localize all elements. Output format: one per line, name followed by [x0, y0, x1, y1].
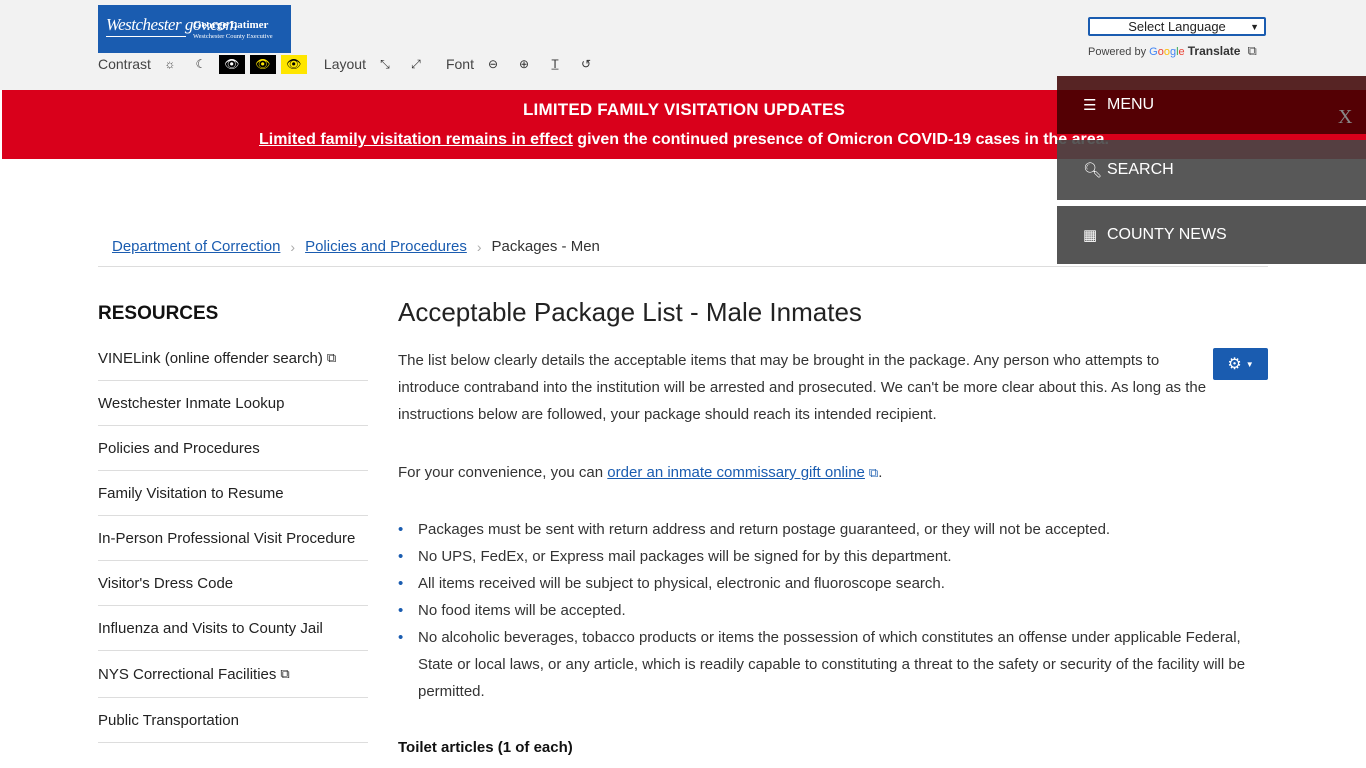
county-news-label: COUNTY NEWS — [1107, 226, 1227, 243]
google-translate-credit: Powered by Google Translate ⧉ — [1088, 43, 1257, 59]
resource-link-public-transportation[interactable]: Public Transportation — [98, 698, 368, 743]
google-wordmark: Google — [1149, 46, 1185, 58]
font-label: Font — [445, 56, 474, 72]
language-select[interactable]: Select Language ▼ — [1088, 17, 1266, 36]
package-rules-list: Packages must be sent with return addres… — [398, 516, 1258, 705]
contrast-label: Contrast — [98, 56, 151, 72]
reset-icon[interactable]: ↺ — [572, 54, 599, 74]
logo-executive-title: Westchester County Executive — [193, 33, 273, 40]
resource-link-family-visitation[interactable]: Family Visitation to Resume — [98, 471, 368, 516]
chevron-right-icon: › — [290, 238, 296, 255]
external-link-icon: ⧉ — [326, 350, 337, 365]
list-item: No food items will be accepted. — [398, 597, 1258, 624]
caret-down-icon: ▼ — [1245, 359, 1254, 369]
resources-heading: RESOURCES — [98, 303, 219, 324]
black-on-yellow-eye-icon[interactable]: 👁 — [280, 54, 307, 74]
calendar-icon: ▦ — [1083, 227, 1098, 244]
county-news-button[interactable]: ▦ COUNTY NEWS — [1057, 206, 1366, 264]
search-icon: 🔍︎ — [1083, 162, 1103, 179]
chevron-down-icon: ▼ — [1250, 22, 1259, 32]
section-heading: Toilet articles (1 of each) — [398, 739, 573, 756]
breadcrumb-link-correction[interactable]: Department of Correction — [112, 238, 280, 255]
list-item: No UPS, FedEx, or Express mail packages … — [398, 543, 1258, 570]
high-contrast-eye-icon[interactable]: 👁 — [218, 54, 245, 74]
external-link-icon: ⧉ — [1247, 43, 1257, 58]
divider — [98, 266, 1268, 267]
menu-label: MENU — [1107, 96, 1155, 113]
font-decrease-icon[interactable]: ⊖ — [479, 54, 506, 74]
logo-divider — [106, 36, 186, 37]
intro-paragraph: The list below clearly details the accep… — [398, 352, 1207, 423]
resource-link-influenza[interactable]: Influenza and Visits to County Jail — [98, 606, 368, 651]
chevron-right-icon: › — [476, 238, 482, 255]
page-title: Acceptable Package List - Male Inmates — [398, 297, 862, 327]
list-item: Packages must be sent with return addres… — [398, 516, 1258, 543]
menu-button[interactable]: ☰ MENU — [1057, 76, 1366, 134]
search-button[interactable]: 🔍︎ SEARCH — [1057, 140, 1366, 200]
resource-link-nys-facilities[interactable]: NYS Correctional Facilities ⧉ — [98, 651, 368, 698]
translate-link[interactable]: Translate — [1188, 44, 1241, 58]
accessibility-toolbar: Contrast ☼ ☾ 👁 👁 👁 Layout ⤡ ⤢ Font ⊖ ⊕ T… — [98, 54, 604, 74]
font-increase-icon[interactable]: ⊕ — [510, 54, 537, 74]
close-icon[interactable]: X — [1338, 106, 1352, 129]
resource-link-policies[interactable]: Policies and Procedures — [98, 426, 368, 471]
external-link-icon: ⧉ — [280, 666, 290, 681]
resource-link-professional-visit[interactable]: In-Person Professional Visit Procedure — [98, 516, 368, 561]
language-select-value: Select Language — [1128, 19, 1226, 34]
compress-icon[interactable]: ⤡ — [371, 54, 398, 74]
resource-link-dress-code[interactable]: Visitor's Dress Code — [98, 561, 368, 606]
breadcrumb: Department of Correction › Policies and … — [112, 238, 600, 255]
gear-icon: ⚙ — [1227, 356, 1242, 373]
resource-link-inmate-lookup[interactable]: Westchester Inmate Lookup — [98, 381, 368, 426]
list-item: No alcoholic beverages, tobacco products… — [398, 624, 1258, 705]
commissary-paragraph: For your convenience, you can order an i… — [398, 464, 883, 481]
breadcrumb-current: Packages - Men — [491, 238, 600, 255]
alert-link[interactable]: Limited family visitation remains in eff… — [259, 131, 573, 148]
commissary-gift-link[interactable]: order an inmate commissary gift online — [607, 464, 865, 481]
county-logo[interactable]: Westchester gov.com George Latimer Westc… — [98, 5, 291, 53]
layout-label: Layout — [323, 56, 366, 72]
dark-mode-icon[interactable]: ☾ — [187, 54, 214, 74]
powered-by-text: Powered by — [1088, 46, 1147, 58]
light-mode-icon[interactable]: ☼ — [156, 54, 183, 74]
page-tools-button[interactable]: ⚙ ▼ — [1213, 348, 1268, 380]
alert-text: given the continued presence of Omicron … — [572, 131, 1109, 148]
list-item: All items received will be subject to ph… — [398, 570, 1258, 597]
breadcrumb-link-policies[interactable]: Policies and Procedures — [305, 238, 467, 255]
yellow-on-black-eye-icon[interactable]: 👁 — [249, 54, 276, 74]
hamburger-icon: ☰ — [1083, 97, 1097, 114]
external-link-icon: ⧉ — [868, 465, 879, 480]
font-type-icon[interactable]: T̲ — [541, 54, 568, 74]
resources-list: VINELink (online offender search) ⧉ Westc… — [98, 336, 368, 743]
resource-link-vinelink[interactable]: VINELink (online offender search) ⧉ — [98, 336, 368, 381]
logo-executive-name: George Latimer — [193, 19, 269, 31]
expand-icon[interactable]: ⤢ — [402, 54, 429, 74]
search-label: SEARCH — [1107, 161, 1174, 178]
